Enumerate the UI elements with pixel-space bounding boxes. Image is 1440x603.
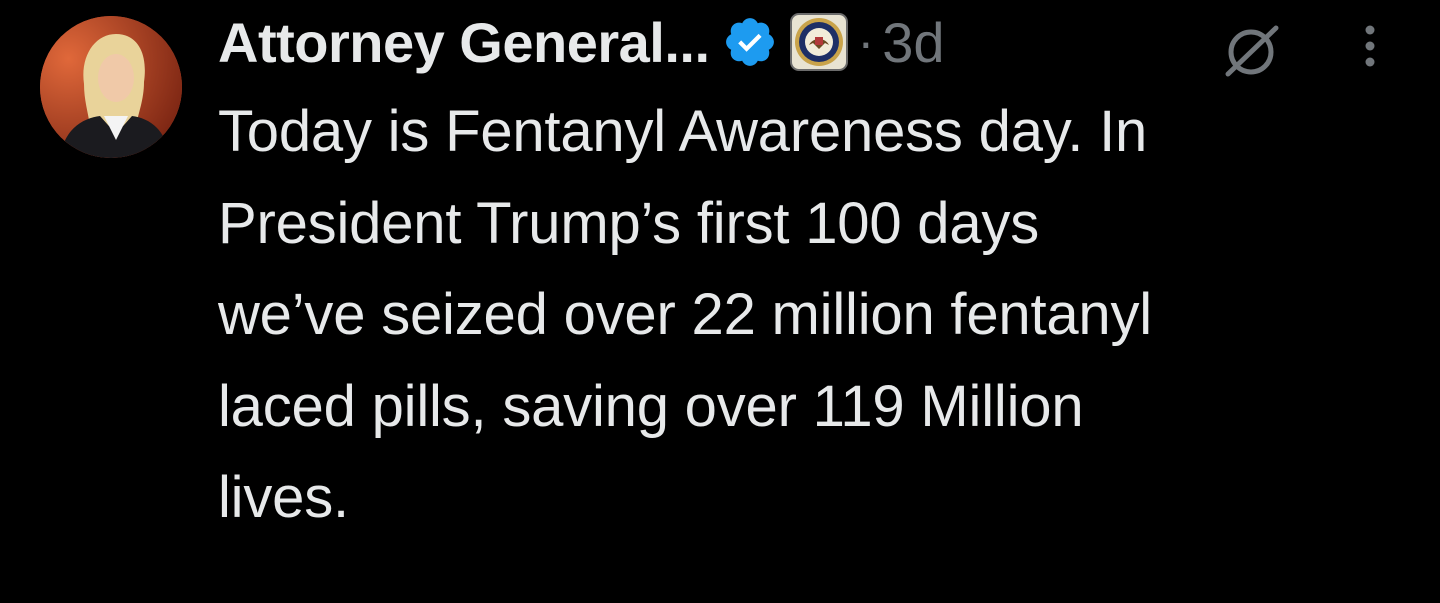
- tweet-text-line: laced pills, saving over 119 Million: [218, 373, 1084, 439]
- author-display-name[interactable]: Attorney General...: [218, 10, 710, 75]
- tweet[interactable]: Attorney General... · 3d Today is Fentan…: [0, 0, 1440, 603]
- tweet-text-line: President Trump’s first 100 days: [218, 190, 1040, 256]
- tweet-timestamp[interactable]: 3d: [882, 10, 944, 75]
- verified-badge-icon[interactable]: [722, 14, 778, 70]
- tweet-text: Today is Fentanyl Awareness day. In Pres…: [218, 86, 1408, 544]
- header-separator: ·: [857, 14, 875, 70]
- more-vertical-icon[interactable]: [1352, 20, 1388, 80]
- tweet-text-line: lives.: [218, 465, 349, 530]
- author-avatar[interactable]: [40, 16, 182, 158]
- grok-icon[interactable]: [1222, 20, 1282, 80]
- doj-seal-icon[interactable]: [789, 13, 848, 71]
- tweet-text-line: Today is Fentanyl Awareness day. In: [218, 99, 1148, 164]
- tweet-text-line: we’ve seized over 22 million fentanyl: [218, 282, 1152, 347]
